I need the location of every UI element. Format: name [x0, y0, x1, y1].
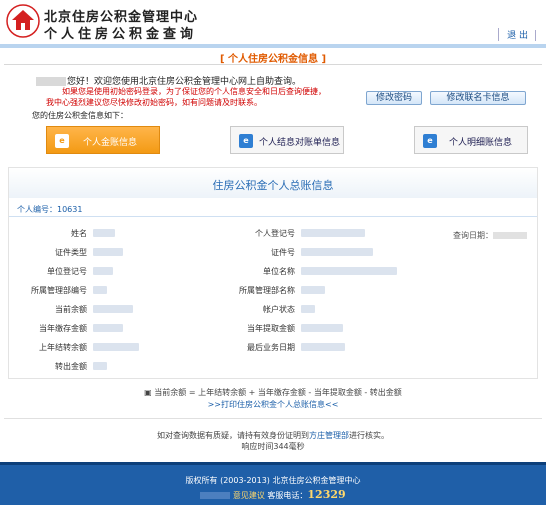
footer-top-bar — [0, 462, 546, 465]
calculator-icon: ▣ — [144, 388, 155, 397]
field-value-redacted — [301, 267, 397, 275]
panel-title: 住房公积金个人总账信息 — [212, 179, 334, 192]
warning-line-1: 如果您是使用初始密码登录，为了保证您的个人信息安全和日后查询便捷， — [62, 87, 326, 96]
divider — [535, 30, 536, 41]
document-icon: e — [239, 134, 253, 148]
print-summary-link[interactable]: >>打印住房公积金个人总账信息<< — [0, 399, 546, 410]
field-label-branch-no: 所属管理部编号 — [31, 286, 87, 295]
field-label-year-withdrawal: 当年提取金额 — [247, 324, 295, 333]
query-date-label: 查询日期： — [453, 231, 493, 240]
panel-header: 住房公积金个人总账信息 — [9, 168, 537, 198]
field-value-redacted — [301, 324, 343, 332]
account-number-value: 10631 — [57, 205, 83, 214]
field-value-redacted — [301, 286, 325, 294]
field-value-redacted — [301, 305, 315, 313]
account-number-label: 个人编号： — [17, 205, 57, 214]
field-label-personal-reg-no: 个人登记号 — [255, 229, 295, 238]
balance-formula: ▣ 当前余额 = 上年结转余额 + 当年缴存金额 - 当年提取金额 - 转出金额 — [0, 387, 546, 398]
field-label-employer-name: 单位名称 — [263, 267, 295, 276]
field-value-redacted — [93, 267, 113, 275]
field-label-id-number: 证件号 — [271, 248, 295, 257]
verify-note: 如对查询数据有质疑，请持有效身份证明到方庄管理部进行核实。 — [0, 430, 546, 441]
balance-formula-text: 当前余额 = 上年结转余额 + 当年缴存金额 - 当年提取金额 - 转出金额 — [154, 388, 402, 397]
document-icon: e — [55, 134, 69, 148]
account-summary-panel: 住房公积金个人总账信息 个人编号：10631 查询日期： 姓名 证件类型 单位登… — [8, 167, 538, 379]
field-label-transfer-out: 转出金额 — [55, 362, 87, 371]
account-overview-button[interactable]: e 个人金账信息 — [46, 126, 160, 154]
field-label-employer-reg-no: 单位登记号 — [47, 267, 87, 276]
account-detail-label: 个人明细账信息 — [449, 138, 513, 148]
field-value-redacted — [93, 229, 115, 237]
field-label-name: 姓名 — [71, 229, 87, 238]
field-value-redacted — [93, 324, 123, 332]
account-overview-label: 个人金账信息 — [83, 138, 138, 148]
redacted-date — [493, 232, 527, 239]
divider — [4, 64, 542, 65]
field-value-redacted — [301, 229, 365, 237]
field-label-account-status: 帐户状态 — [263, 305, 295, 314]
field-label-branch-name: 所属管理部名称 — [239, 286, 295, 295]
hotline-label: 客服电话： — [267, 491, 308, 500]
section-title: [ 个人住房公积金信息 ] — [219, 54, 327, 65]
response-time: 响应时间344毫秒 — [241, 442, 305, 451]
logout-link[interactable]: 退 出 — [498, 28, 528, 41]
document-icon: e — [423, 134, 437, 148]
field-label-id-type: 证件类型 — [55, 248, 87, 257]
field-label-year-deposit: 当年缴存金额 — [39, 324, 87, 333]
change-password-button[interactable]: 修改密码 — [366, 91, 422, 105]
field-value-redacted — [93, 362, 107, 370]
info-note: 您的住房公积金信息如下： — [32, 111, 128, 120]
field-value-redacted — [93, 248, 123, 256]
page-header: 北京住房公积金管理中心 个人住房公积金查询 退 出 — [0, 0, 546, 44]
org-subtitle: 个人住房公积金查询 — [44, 27, 198, 42]
field-label-current-balance: 当前余额 — [55, 305, 87, 314]
header-bar — [0, 44, 546, 48]
field-label-last-transaction-date: 最后业务日期 — [247, 343, 295, 352]
redacted-text — [200, 492, 231, 499]
field-value-redacted — [301, 248, 373, 256]
redacted-user-name — [36, 77, 66, 86]
feedback-link[interactable]: 意见建议 — [233, 491, 265, 500]
account-detail-button[interactable]: e 个人明细账信息 — [414, 126, 528, 154]
interest-statement-button[interactable]: e 个人结息对账单信息 — [230, 126, 344, 154]
page-footer: 版权所有 (2003-2013) 北京住房公积金管理中心 意见建议 客服电话：1… — [0, 462, 546, 505]
divider — [9, 216, 537, 217]
interest-statement-label: 个人结息对账单信息 — [259, 138, 341, 148]
hotline-number: 12329 — [307, 488, 346, 501]
verify-note-post: 进行核实。 — [349, 431, 389, 440]
verify-note-pre: 如对查询数据有质疑，请持有效身份证明到 — [157, 431, 309, 440]
account-number: 个人编号：10631 — [17, 204, 82, 215]
query-date: 查询日期： — [453, 230, 527, 241]
housing-fund-logo-icon — [6, 4, 40, 38]
field-label-prior-balance: 上年结转余额 — [39, 343, 87, 352]
field-value-redacted — [93, 343, 139, 351]
field-value-redacted — [93, 286, 107, 294]
footer-contact: 意见建议 客服电话：12329 — [0, 488, 546, 501]
field-value-redacted — [301, 343, 345, 351]
warning-line-2: 我中心强烈建议您尽快修改初始密码，如有问题请及时联系。 — [46, 98, 262, 107]
change-card-info-button[interactable]: 修改联名卡信息 — [430, 91, 526, 105]
branch-link[interactable]: 方庄管理部 — [309, 431, 349, 440]
copyright-text: 版权所有 (2003-2013) 北京住房公积金管理中心 — [185, 476, 361, 485]
divider — [4, 418, 542, 419]
field-value-redacted — [93, 305, 133, 313]
